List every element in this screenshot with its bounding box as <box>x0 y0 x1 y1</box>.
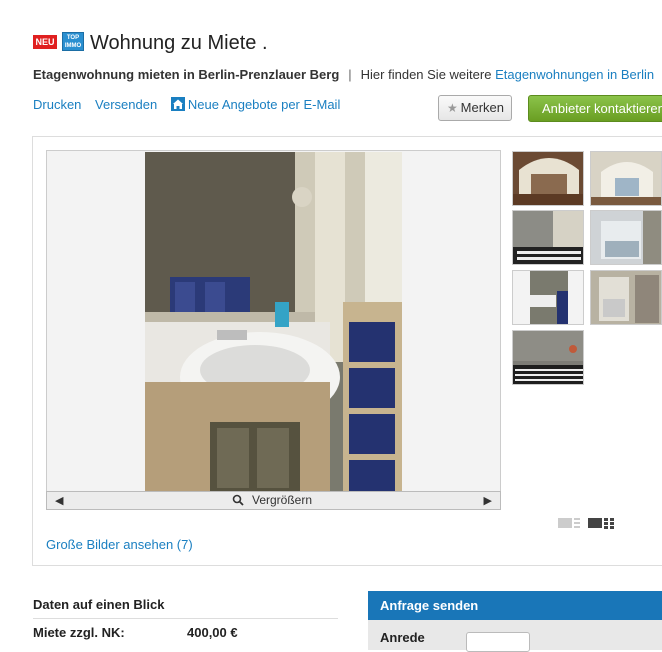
inquiry-header: Anfrage senden <box>368 591 662 620</box>
zoom-label: Vergrößern <box>252 493 313 507</box>
star-icon: ★ <box>447 101 458 115</box>
separator: | <box>348 67 352 82</box>
new-badge: NEU <box>33 35 57 49</box>
print-link[interactable]: Drucken <box>33 97 81 112</box>
magnifier-icon <box>232 494 244 506</box>
bathroom-photo <box>145 152 402 491</box>
zoom-button[interactable]: Vergrößern <box>232 493 312 507</box>
divider <box>33 618 338 619</box>
page-title: Wohnung zu Miete . <box>90 32 268 54</box>
rent-label: Miete zzgl. NK: <box>33 625 125 640</box>
main-image[interactable] <box>145 152 402 491</box>
view-toggle-icons <box>558 518 614 529</box>
top-immo-badge: TOP IMMO <box>62 32 84 51</box>
large-images-link[interactable]: Große Bilder ansehen (7) <box>46 537 193 552</box>
thumbnail-image <box>513 331 583 384</box>
email-alert-label: Neue Angebote per E-Mail <box>187 97 341 112</box>
subtitle-line: Etagenwohnung mieten in Berlin-Prenzlaue… <box>33 67 654 82</box>
thumbnail[interactable] <box>590 151 662 206</box>
thumbnail[interactable] <box>590 210 662 265</box>
action-links: Drucken Versenden Neue Angebote per E-Ma… <box>33 97 360 112</box>
details-section-title: Daten auf einen Blick <box>33 597 165 612</box>
thumbnail-image <box>591 211 661 264</box>
more-text: Hier finden Sie weitere <box>360 67 492 82</box>
merken-label: Merken <box>460 100 504 115</box>
prev-arrow-icon[interactable]: ◀ <box>55 494 63 507</box>
rent-value: 400,00 € <box>187 625 238 640</box>
thumbnail-image <box>513 211 583 264</box>
thumbnail-image <box>513 271 583 324</box>
merken-button[interactable]: ★ Merken <box>438 95 512 121</box>
more-listings-link[interactable]: Etagenwohnungen in Berlin <box>495 67 654 82</box>
category-location: Etagenwohnung mieten in Berlin-Prenzlaue… <box>33 67 340 82</box>
thumbnail-selected[interactable] <box>512 270 584 325</box>
anrede-select[interactable] <box>466 632 530 652</box>
house-icon <box>170 97 185 111</box>
email-alert-link[interactable]: Neue Angebote per E-Mail <box>170 97 350 112</box>
send-link[interactable]: Versenden <box>95 97 157 112</box>
thumbnail[interactable] <box>590 270 662 325</box>
contact-button[interactable]: Anbieter kontaktieren <box>528 95 662 122</box>
thumbnail[interactable] <box>512 330 584 385</box>
thumbnail[interactable] <box>512 151 584 206</box>
thumbnail-image <box>513 152 583 205</box>
view-toggle <box>558 516 618 535</box>
next-arrow-icon[interactable]: ▶ <box>484 494 492 507</box>
thumbnail-image <box>591 152 661 205</box>
image-nav-bar: ◀ Vergrößern ▶ <box>46 491 501 510</box>
grid-view-icon[interactable] <box>588 518 614 529</box>
anrede-label: Anrede <box>380 630 425 645</box>
thumbnail[interactable] <box>512 210 584 265</box>
single-view-icon[interactable] <box>558 518 580 528</box>
thumbnail-image <box>591 271 661 324</box>
